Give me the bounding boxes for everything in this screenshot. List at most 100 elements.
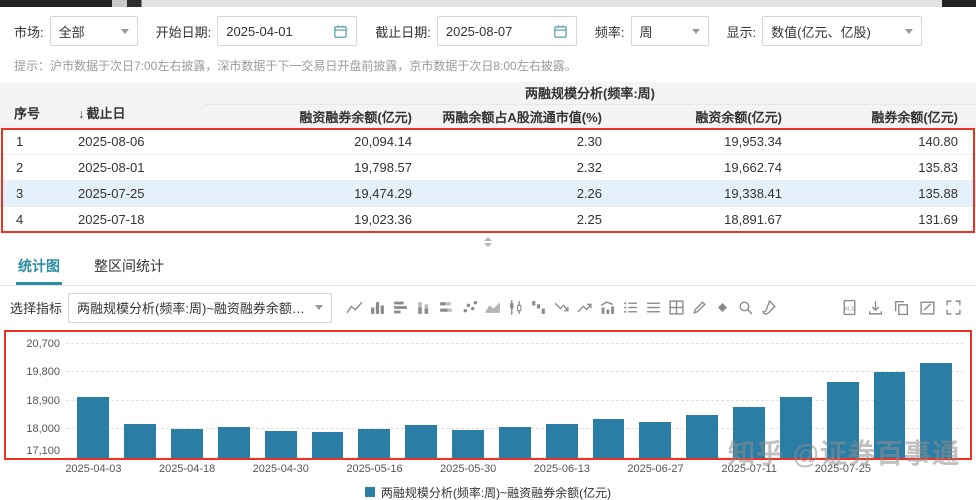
stacked-column-icon[interactable]: [415, 299, 432, 316]
end-date-value: 2025-08-07: [445, 23, 513, 39]
edit-chart-icon[interactable]: [919, 299, 936, 316]
stacked-bar-icon[interactable]: [438, 299, 455, 316]
bar-2025-06-06[interactable]: [498, 427, 531, 458]
bar-2025-04-11[interactable]: [124, 423, 157, 458]
line-chart-icon[interactable]: [346, 299, 363, 316]
chart-area: 17,100 18,000 18,900 19,800 20,700 2025-04-0…: [4, 329, 972, 500]
col-header-date-label: 截止日: [86, 105, 126, 121]
end-date-label: 截止日期:: [375, 24, 431, 40]
cell-date: 2025-07-25: [64, 180, 204, 207]
candlestick-icon[interactable]: [507, 299, 524, 316]
cell-seq: 1: [0, 128, 64, 155]
table-chart-divider: [0, 233, 976, 251]
chevron-down-icon: [484, 242, 492, 247]
y-axis-tick: 18,900: [26, 394, 60, 407]
scatter-chart-icon[interactable]: [461, 299, 478, 316]
legend-label: 两融规模分析(频率:周)~融资融券余额(亿元): [380, 485, 612, 500]
bar-2025-07-04[interactable]: [686, 414, 719, 458]
calendar-icon: [554, 24, 567, 38]
market-value: 全部: [58, 24, 85, 40]
y-axis-tick: 17,100: [26, 444, 60, 457]
trend-up-icon[interactable]: [576, 299, 593, 316]
collapse-handle[interactable]: [476, 235, 500, 249]
chart-type-toolbar: [346, 299, 777, 316]
chevron-down-icon: [691, 28, 700, 34]
x-axis-tick: 2025-06-27: [627, 462, 684, 475]
col-group-header: 两融规模分析(频率:周): [204, 82, 976, 105]
cell-date: 2025-07-18: [64, 206, 204, 233]
end-date-input[interactable]: 2025-08-07: [436, 16, 577, 46]
bar-2025-06-20[interactable]: [592, 419, 625, 458]
x-axis-tick: 2025-04-18: [158, 462, 216, 475]
col-header-value[interactable]: 两融余额占A股流通市值(%): [430, 104, 620, 129]
bar-2025-05-30[interactable]: [452, 430, 484, 458]
chevron-up-icon: [484, 236, 492, 241]
cell-financing: 19,662.74: [620, 154, 800, 181]
bar-2025-05-16[interactable]: [358, 428, 391, 458]
bar-2025-05-23[interactable]: [405, 425, 438, 458]
bar-2025-04-03[interactable]: [77, 397, 110, 458]
table-row[interactable]: 3 2025-07-25 19,474.29 2.26 19,338.41 135.88: [0, 180, 976, 207]
x-axis-tick: 2025-05-16: [346, 462, 403, 475]
market-select[interactable]: 全部: [49, 16, 138, 46]
col-header-value[interactable]: 融券余额(亿元): [800, 104, 976, 129]
pencil-icon[interactable]: [691, 299, 708, 316]
indicator-select[interactable]: 两融规模分析(频率:周)~融资融券余额(亿...: [68, 292, 333, 323]
menu-lines-icon[interactable]: [645, 299, 662, 316]
xls-export-icon[interactable]: XLS: [841, 299, 858, 316]
bar-2025-04-25[interactable]: [217, 427, 250, 458]
filter-bar: 市场: 全部 开始日期: 2025-04-01 截止日期: 2025-08-07…: [0, 7, 976, 55]
cell-pct: 2.25: [430, 206, 620, 233]
cell-date: 2025-08-06: [64, 128, 204, 155]
col-header-seq[interactable]: 序号: [0, 82, 64, 129]
start-date-input[interactable]: 2025-04-01: [217, 16, 358, 46]
bar-chart-plot: 17,100 18,000 18,900 19,800 20,700: [4, 329, 972, 460]
magnifier-icon[interactable]: [737, 299, 754, 316]
grid-chart-icon[interactable]: [668, 299, 685, 316]
bar-2025-04-30[interactable]: [264, 431, 297, 458]
tab-range-statistics[interactable]: 整区间统计: [92, 251, 166, 285]
sort-desc-icon[interactable]: ↓: [78, 106, 85, 121]
display-select[interactable]: 数值(亿元、亿股): [762, 16, 923, 46]
bar-2025-06-13[interactable]: [545, 423, 578, 458]
cell-pct: 2.26: [430, 180, 620, 207]
x-axis-tick: 2025-06-13: [533, 462, 590, 475]
display-value: 数值(亿元、亿股): [771, 24, 871, 40]
bar-2025-07-18[interactable]: [779, 396, 812, 458]
list-icon[interactable]: [622, 299, 639, 316]
column-chart-icon[interactable]: [369, 299, 386, 316]
download-icon[interactable]: [867, 299, 884, 316]
col-header-value[interactable]: 融资余额(亿元): [620, 104, 800, 129]
start-date-value: 2025-04-01: [226, 23, 293, 39]
bar-2025-08-01[interactable]: [873, 372, 906, 458]
col-header-value[interactable]: 融资融券余额(亿元): [204, 104, 430, 129]
brush-icon[interactable]: [760, 299, 777, 316]
frequency-select[interactable]: 周: [630, 16, 709, 46]
chart-export-toolbar: XLS: [841, 299, 962, 316]
cell-seq: 3: [0, 180, 64, 207]
bar-2025-07-25[interactable]: [826, 382, 859, 458]
bar-2025-05-09[interactable]: [311, 432, 344, 458]
col-header-date[interactable]: ↓ 截止日: [64, 82, 204, 129]
tab-statistics-chart[interactable]: 统计图: [16, 251, 62, 285]
table-row[interactable]: 4 2025-07-18 19,023.36 2.25 18,891.67 131.69: [0, 206, 976, 233]
bar-chart-icon[interactable]: [392, 299, 409, 316]
cell-pct: 2.32: [430, 154, 620, 181]
x-axis-labels: 2025-04-03 2025-04-18 2025-04-30 2025-05-16…: [65, 462, 960, 478]
disclosure-hint: 提示：沪市数据于次日7:00左右披露，深市数据于下一交易日开盘前披露，京市数据于…: [14, 59, 577, 73]
bar-2025-04-18[interactable]: [171, 428, 203, 458]
bar-2025-07-11[interactable]: [733, 407, 765, 458]
waterfall-icon[interactable]: [530, 299, 547, 316]
table-row[interactable]: 2 2025-08-01 19,798.57 2.32 19,662.74 135.83: [0, 154, 976, 181]
diamond-icon[interactable]: [714, 299, 731, 316]
trend-down-icon[interactable]: [553, 299, 570, 316]
x-axis-tick: 2025-05-30: [440, 462, 497, 475]
bar-2025-08-06[interactable]: [920, 362, 953, 458]
table-row[interactable]: 1 2025-08-06 20,094.14 2.30 19,953.34 140.80: [0, 128, 976, 155]
view-tabs: 统计图 整区间统计: [0, 251, 976, 286]
combo-chart-icon[interactable]: [599, 299, 616, 316]
fullscreen-icon[interactable]: [945, 299, 962, 316]
bar-2025-06-27[interactable]: [639, 421, 672, 458]
area-chart-icon[interactable]: [484, 299, 501, 316]
copy-chart-icon[interactable]: [893, 299, 910, 316]
